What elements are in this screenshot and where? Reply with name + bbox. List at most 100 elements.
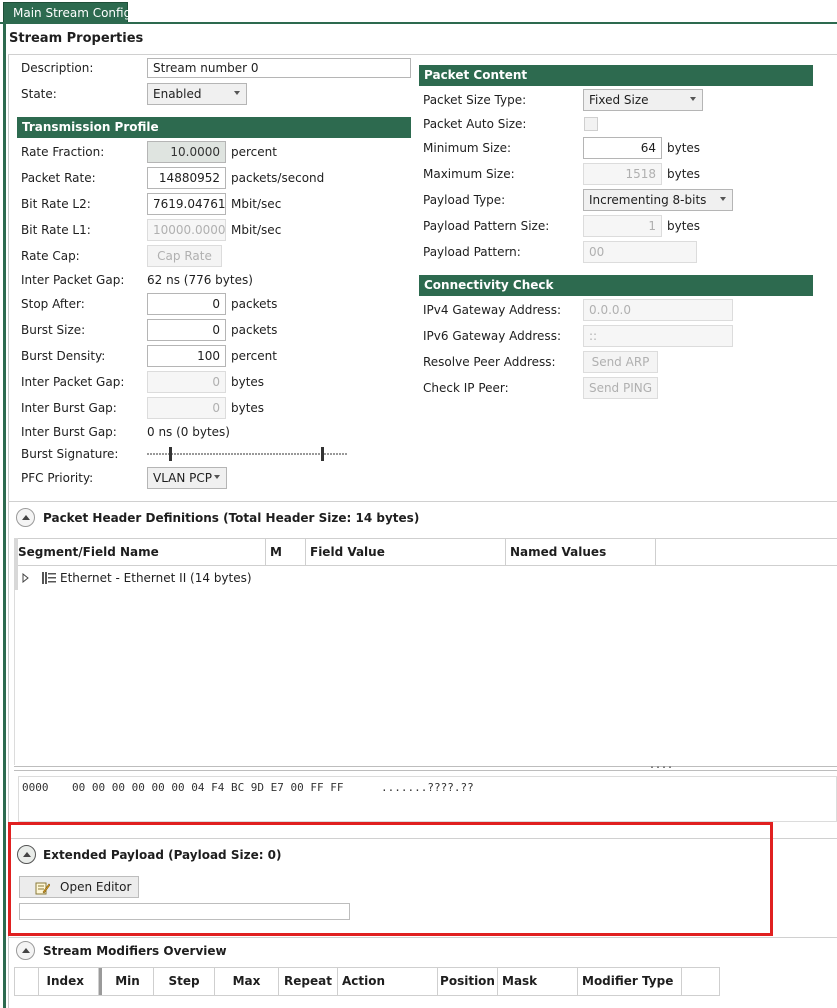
bit-rate-l2-input[interactable]: 7619.047619 [147,193,226,215]
packet-auto-size-checkbox[interactable] [584,117,598,131]
segment-list-icon [42,572,56,584]
bit-rate-l2-label: Bit Rate L2: [21,197,91,211]
send-ping-button[interactable]: Send PING [583,377,658,399]
hex-splitter-line-top [14,766,837,767]
inter-burst-gap-input[interactable]: 0 [147,397,226,419]
check-ip-peer-label: Check IP Peer: [423,381,509,395]
col-action[interactable]: Action [338,968,438,995]
description-input[interactable]: Stream number 0 [147,58,411,78]
col-mask[interactable]: Mask [498,968,578,995]
packet-header-table-header: Segment/Field Name M Field Value Named V… [14,538,837,566]
packet-header-title: Packet Header Definitions (Total Header … [43,511,420,525]
inter-packet-gap-unit: bytes [231,375,265,389]
burst-size-input[interactable]: 0 [147,319,226,341]
pfc-priority-select[interactable]: VLAN PCP [147,467,227,489]
rate-fraction-input[interactable]: 10.0000 [147,141,226,163]
frame-left-border [3,24,6,1008]
ipv4-gateway-input[interactable]: 0.0.0.0 [583,299,733,321]
hex-bytes: 00 00 00 00 00 00 04 F4 BC 9D E7 00 FF F… [72,781,344,794]
burst-density-label: Burst Density: [21,349,106,363]
burst-signature-label: Burst Signature: [21,447,119,461]
col-field-value[interactable]: Field Value [310,539,506,566]
stream-modifiers-separator [8,937,837,938]
burst-signature-marker-end [321,447,324,461]
inter-burst-gap-unit: bytes [231,401,265,415]
segment-name: Ethernet - Ethernet II (14 bytes) [60,571,252,585]
stream-modifiers-table-header: Index Min Step Max Repeat Action Positio… [14,967,720,996]
inter-packet-gap-info-label: Inter Packet Gap: [21,273,125,287]
burst-density-input[interactable]: 100 [147,345,226,367]
col-row-selector [15,968,39,995]
packet-size-type-select[interactable]: Fixed Size [583,89,703,111]
col-repeat[interactable]: Repeat [279,968,338,995]
burst-signature-marker-start [169,447,172,461]
col-step[interactable]: Step [154,968,215,995]
stream-modifiers-collapse-button[interactable] [16,941,35,960]
packet-size-type-value: Fixed Size [589,93,649,107]
burst-size-label: Burst Size: [21,323,86,337]
bit-rate-l1-input[interactable]: 10000.00000 [147,219,226,241]
stop-after-input[interactable]: 0 [147,293,226,315]
maximum-size-unit: bytes [667,167,701,181]
col-min[interactable]: Min [102,968,154,995]
col-position[interactable]: Position [438,968,498,995]
packet-auto-size-label: Packet Auto Size: [423,117,527,131]
packet-rate-input[interactable]: 14880952 [147,167,226,189]
payload-pattern-size-label: Payload Pattern Size: [423,219,550,233]
hex-view[interactable]: 0000 00 00 00 00 00 00 04 F4 BC 9D E7 00… [18,776,837,822]
inter-packet-gap-label: Inter Packet Gap: [21,375,125,389]
chevron-down-icon [720,197,726,201]
inter-packet-gap-input[interactable]: 0 [147,371,226,393]
col-max[interactable]: Max [215,968,279,995]
tab-underline [0,22,837,24]
packet-rate-label: Packet Rate: [21,171,96,185]
bit-rate-l2-unit: Mbit/sec [231,197,282,211]
col-index[interactable]: Index [39,968,99,995]
payload-pattern-input[interactable]: 00 [583,241,697,263]
state-select[interactable]: Enabled [147,83,247,105]
payload-pattern-size-unit: bytes [667,219,701,233]
ipv6-gateway-label: IPv6 Gateway Address: [423,329,561,343]
col-m[interactable]: M [270,539,306,566]
state-label: State: [21,87,57,101]
minimum-size-input[interactable]: 64 [583,137,662,159]
packet-rate-unit: packets/second [231,171,325,185]
cap-rate-button[interactable]: Cap Rate [147,245,222,267]
send-arp-button[interactable]: Send ARP [583,351,658,373]
ipv4-gateway-label: IPv4 Gateway Address: [423,303,561,317]
page-title: Stream Properties [9,31,144,46]
maximum-size-input[interactable]: 1518 [583,163,662,185]
packet-header-collapse-button[interactable] [16,508,35,527]
inter-packet-gap-info-value: 62 ns (776 bytes) [147,273,253,287]
col-modifier-type[interactable]: Modifier Type [578,968,682,995]
packet-header-separator [8,501,837,502]
chevron-down-icon [690,97,696,101]
payload-type-select[interactable]: Incrementing 8-bits [583,189,733,211]
burst-density-unit: percent [231,349,277,363]
minimum-size-unit: bytes [667,141,701,155]
tab-main-stream-config[interactable]: Main Stream Config [3,2,131,23]
bit-rate-l1-label: Bit Rate L1: [21,223,91,237]
payload-pattern-size-input[interactable]: 1 [583,215,662,237]
connectivity-check-header: Connectivity Check [419,275,813,296]
burst-signature-graphic [147,447,347,461]
table-row[interactable]: Ethernet - Ethernet II (14 bytes) [18,567,418,589]
hex-offset: 0000 [22,781,49,794]
pfc-priority-label: PFC Priority: [21,471,94,485]
rate-cap-label: Rate Cap: [21,249,80,263]
stop-after-label: Stop After: [21,297,85,311]
expand-arrow-icon[interactable] [22,573,30,583]
burst-size-unit: packets [231,323,278,337]
inter-burst-gap-info-value: 0 ns (0 bytes) [147,425,230,439]
col-named-values[interactable]: Named Values [510,539,656,566]
transmission-profile-header: Transmission Profile [17,117,411,138]
maximum-size-label: Maximum Size: [423,167,515,181]
inter-burst-gap-label: Inter Burst Gap: [21,401,117,415]
ipv6-gateway-input[interactable]: :: [583,325,733,347]
highlight-box [8,822,773,936]
col-segment-field-name[interactable]: Segment/Field Name [18,539,266,566]
inter-burst-gap-info-label: Inter Burst Gap: [21,425,117,439]
stop-after-unit: packets [231,297,278,311]
rate-fraction-unit: percent [231,145,277,159]
resolve-peer-label: Resolve Peer Address: [423,355,556,369]
